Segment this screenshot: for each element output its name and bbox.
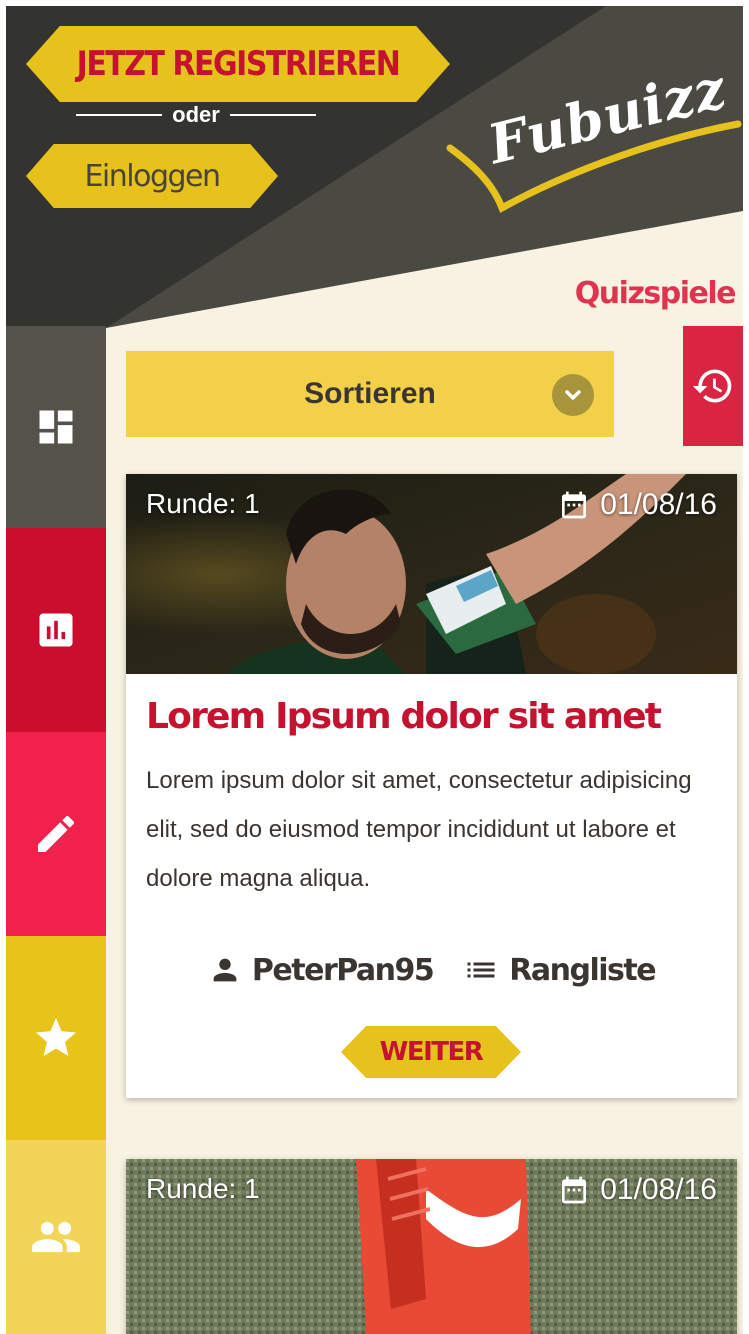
date-value: 01/08/16 [600,1173,717,1206]
sort-label: Sortieren [304,377,436,410]
calendar-icon [562,1176,587,1204]
header: JETZT REGISTRIEREN oder Einloggen Fubuiz… [6,6,743,336]
divider-line-right [229,114,316,116]
date-value: 01/08/16 [600,488,717,521]
pencil-icon [38,815,75,852]
date-label: 01/08/16 [558,1173,717,1207]
card-description: Lorem ipsum dolor sit amet, consectetur … [146,767,692,892]
chevron-down-icon [552,374,594,416]
card-image: Runde: 1 01/08/16 [126,474,737,674]
sidebar-item-statistics[interactable] [6,528,106,732]
ranking-label: Rangliste [509,952,656,988]
sidebar-item-community[interactable] [6,1140,106,1334]
history-icon [692,369,732,403]
round-label: Runde: 1 [146,1173,260,1204]
history-button[interactable] [683,326,743,446]
or-label: oder [172,102,220,127]
chart-icon [39,613,73,647]
or-divider: oder [76,102,316,128]
date-label: 01/08/16 [558,488,717,522]
list-icon [467,962,495,978]
sidebar-item-favorites[interactable] [6,936,106,1140]
login-button[interactable]: Einloggen [26,144,278,208]
divider-line-left [76,114,163,116]
register-button[interactable]: JETZT REGISTRIEREN [26,25,450,103]
continue-button[interactable]: WEITER [341,1026,521,1078]
dashboard-icon [39,410,73,444]
card-meta: PeterPan95 Rangliste [126,952,737,988]
sort-dropdown[interactable]: Sortieren [126,351,614,437]
person-icon [213,958,237,982]
author-name: PeterPan95 [251,952,435,988]
ranking-link[interactable]: Rangliste [463,952,657,988]
author-link[interactable]: PeterPan95 [208,952,435,988]
group-icon [32,1221,80,1253]
quiz-card: Runde: 1 01/08/16 [126,1159,737,1334]
star-icon [36,1018,76,1056]
sidebar [6,326,106,1334]
calendar-icon [562,491,587,519]
quiz-card: Runde: 1 01/08/16 Lorem Ipsum dolor sit … [126,474,737,1098]
app-frame: JETZT REGISTRIEREN oder Einloggen Fubuiz… [6,6,743,1334]
card-image: Runde: 1 01/08/16 [126,1159,737,1334]
page-title: Quizspiele [574,276,737,311]
card-title[interactable]: Lorem Ipsum dolor sit amet [146,696,662,737]
fubuizz-logo: Fubuizz [442,56,742,222]
round-label: Runde: 1 [146,488,260,519]
sidebar-item-create[interactable] [6,732,106,936]
sidebar-item-dashboard[interactable] [6,326,106,528]
